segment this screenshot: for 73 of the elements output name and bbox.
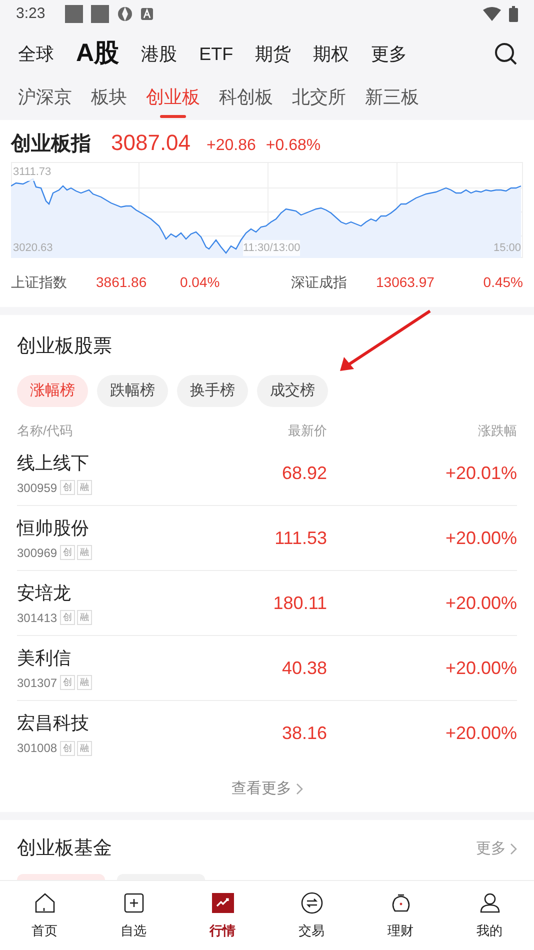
board-tab[interactable]: 科创板 — [219, 80, 273, 114]
index-percent: +0.68% — [266, 136, 321, 156]
stock-tag: 创 — [60, 610, 76, 625]
index-value: 13063.97 — [376, 273, 436, 292]
board-tab[interactable]: 沪深京 — [18, 80, 72, 114]
nav-tab[interactable]: 交易 — [267, 881, 356, 950]
stock-name: 宏昌科技 — [17, 712, 90, 735]
section-title: 创业板股票 — [17, 335, 113, 359]
index-value: 3861.86 — [96, 273, 148, 292]
stock-tag: 融 — [77, 610, 92, 625]
stock-price: 68.92 — [280, 462, 327, 484]
nav-tab[interactable]: 首页 — [0, 881, 89, 950]
stock-tag: 创 — [60, 545, 76, 560]
chart-low-label: 3020.63 — [13, 240, 53, 256]
market-tab[interactable]: 期权 — [313, 40, 350, 68]
stock-name: 安培龙 — [17, 582, 72, 604]
stock-code: 300959 — [17, 480, 58, 496]
column-header: 名称/代码 — [17, 422, 74, 440]
stock-price: 180.11 — [272, 592, 327, 614]
stock-name: 美利信 — [17, 646, 72, 670]
view-more-link[interactable]: 查看更多 — [232, 778, 302, 800]
stock-code: 300969 — [17, 544, 58, 562]
board-tab[interactable]: 新三板 — [365, 80, 419, 114]
market-tab[interactable]: A股 — [76, 35, 120, 73]
stock-tag: 融 — [77, 545, 92, 560]
stock-tag: 融 — [77, 740, 92, 756]
section-title: 创业板基金 — [17, 836, 112, 861]
ranking-chip[interactable]: 跌幅榜 — [97, 375, 168, 407]
market-tab[interactable]: 港股 — [141, 40, 178, 68]
chart-high-label: 3111.73 — [13, 164, 52, 180]
chart-time-label: 15:00 — [493, 240, 521, 256]
index-percent: 0.45% — [483, 273, 523, 292]
stock-name: 恒帅股份 — [17, 516, 90, 540]
stock-change: +20.01% — [444, 462, 517, 484]
market-tab[interactable]: 全球 — [18, 40, 54, 68]
nav-tab[interactable]: 理财 — [356, 881, 445, 950]
stock-code: 301008 — [17, 740, 58, 757]
ranking-chip[interactable]: 换手榜 — [177, 375, 248, 407]
stock-tag: 创 — [60, 675, 76, 690]
ranking-chip[interactable]: 涨幅榜 — [17, 375, 88, 407]
index-name: 创业板指 — [11, 132, 91, 157]
stock-change: +20.00% — [444, 592, 517, 614]
board-tab[interactable]: 板块 — [91, 80, 127, 114]
nav-tab[interactable]: 自选 — [89, 881, 178, 950]
stock-tag: 融 — [77, 480, 92, 495]
stock-tag: 创 — [60, 480, 76, 495]
index-value: 3087.04 — [111, 129, 191, 157]
stock-change: +20.00% — [444, 656, 517, 680]
board-tab[interactable]: 北交所 — [292, 80, 346, 114]
market-tab[interactable]: 期货 — [255, 40, 292, 68]
index-change: +20.86 — [206, 136, 256, 156]
stock-price: 111.53 — [274, 526, 327, 550]
column-header: 涨跌幅 — [477, 422, 517, 440]
nav-tab[interactable]: 我的 — [445, 881, 534, 950]
stock-price: 40.38 — [280, 656, 327, 680]
index-name: 上证指数 — [11, 273, 68, 292]
stock-name: 线上线下 — [17, 452, 90, 474]
chart-time-label: 11:30/13:00 — [243, 240, 300, 256]
column-header: 最新价 — [287, 422, 327, 440]
stock-change: +20.00% — [444, 526, 517, 550]
stock-tag: 创 — [60, 740, 76, 756]
index-name: 深证成指 — [291, 273, 348, 292]
stock-change: +20.00% — [444, 722, 517, 745]
market-tab[interactable]: ETF — [199, 40, 234, 68]
ranking-chip[interactable]: 成交榜 — [257, 375, 328, 407]
market-tab[interactable]: 更多 — [371, 40, 408, 68]
nav-tab[interactable]: 行情 — [178, 881, 267, 950]
stock-price: 38.16 — [280, 722, 327, 745]
status-time: 3:23 — [16, 4, 46, 24]
stock-code: 301307 — [17, 674, 58, 692]
stock-code: 301413 — [17, 610, 58, 626]
index-percent: 0.04% — [180, 273, 220, 292]
stock-tag: 融 — [77, 675, 92, 690]
